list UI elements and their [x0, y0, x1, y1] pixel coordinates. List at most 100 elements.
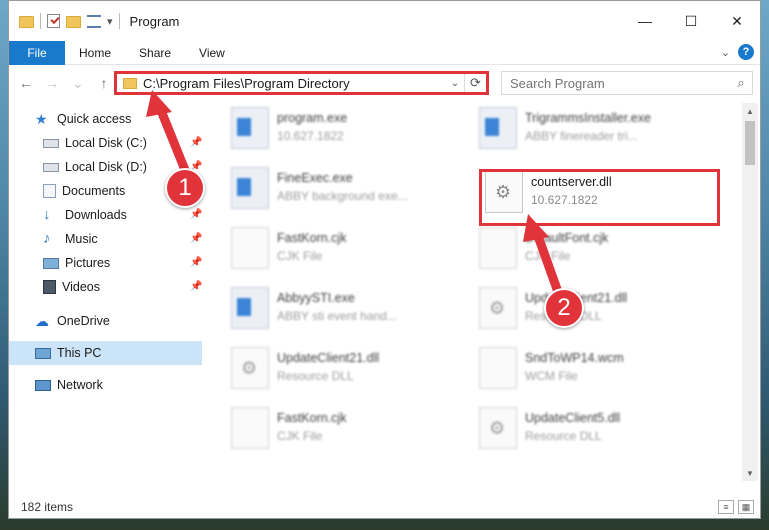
annotation-badge-1: 1 [165, 168, 205, 208]
back-button[interactable]: ← [15, 72, 37, 94]
sidebar-item-this-pc[interactable]: This PC [9, 341, 202, 365]
file-list: program.exe 10.627.1822 TrigrammsInstalle… [209, 103, 741, 483]
sidebar-item-network[interactable]: Network [9, 373, 202, 397]
documents-icon [43, 184, 56, 198]
exe-file-icon [231, 107, 269, 149]
ribbon-tabs: File Home Share View ⌄ ? [9, 40, 760, 65]
scrollbar-thumb[interactable] [745, 121, 755, 165]
document-file-icon [479, 227, 517, 269]
pin-icon[interactable]: 📌 [190, 234, 202, 244]
list-item[interactable]: FastKorn.cjk CJK File [231, 407, 471, 459]
divider [118, 13, 120, 29]
sidebar-item-label: Downloads [65, 208, 127, 222]
search-input[interactable] [510, 75, 730, 91]
file-detail: ABBY sti event hand... [277, 309, 397, 323]
item-count: 182 items [21, 500, 74, 514]
scroll-down-icon[interactable]: ▼ [742, 465, 758, 481]
list-item[interactable]: UpdateClient21.dllResource DLL [479, 287, 719, 339]
sidebar-item-label: Documents [62, 184, 126, 198]
sidebar-item-music[interactable]: ♪ Music 📌 [9, 227, 202, 251]
music-icon: ♪ [43, 230, 51, 247]
up-button[interactable]: ↑ [93, 72, 115, 94]
dll-file-icon [231, 347, 269, 389]
network-icon [35, 379, 51, 391]
sidebar-item-downloads[interactable]: ↓ Downloads 📌 [9, 203, 202, 227]
title-bar: ▾ Program — ☐ ✕ [9, 1, 760, 41]
navigation-bar: ← → ⌄ ↑ C:\Program Files\Program Directo… [9, 67, 760, 99]
scroll-up-icon[interactable]: ▲ [742, 103, 758, 119]
view-options-icon[interactable] [87, 14, 101, 28]
maximize-button[interactable]: ☐ [668, 1, 714, 41]
tab-view[interactable]: View [185, 41, 239, 65]
file-name: SndToWP14.wcm [525, 351, 624, 365]
star-icon: ★ [35, 111, 48, 127]
file-name: TrigrammsInstaller.exe [525, 111, 651, 125]
list-item[interactable]: FastKorn.cjk CJK File [231, 227, 471, 279]
sidebar-item-pictures[interactable]: Pictures 📌 [9, 251, 202, 275]
view-switcher: ≡ ▦ [718, 500, 754, 514]
dll-file-icon [479, 287, 517, 329]
pin-icon[interactable]: 📌 [190, 138, 202, 148]
tab-share[interactable]: Share [125, 41, 185, 65]
list-item[interactable]: SndToWP14.wcm WCM File [479, 347, 719, 399]
tab-home[interactable]: Home [65, 41, 125, 65]
file-detail: CJK File [525, 249, 571, 263]
pin-icon[interactable]: 📌 [190, 282, 202, 292]
details-view-icon[interactable]: ≡ [718, 500, 734, 514]
sidebar-item-quick-access[interactable]: ★ Quick access [9, 107, 202, 131]
large-icons-view-icon[interactable]: ▦ [738, 500, 754, 514]
close-button[interactable]: ✕ [714, 1, 760, 41]
file-name: DefaultFont.cjk [525, 231, 609, 245]
pin-icon[interactable]: 📌 [190, 258, 202, 268]
computer-icon [35, 347, 51, 359]
help-icon[interactable]: ? [738, 44, 754, 60]
address-path[interactable]: C:\Program Files\Program Directory [143, 76, 446, 91]
list-item[interactable]: TrigrammsInstaller.exe ABBY finereader tr… [479, 107, 719, 159]
refresh-button[interactable]: ⟳ [464, 74, 486, 92]
file-name: FastKorn.cjk [277, 411, 347, 425]
file-detail: ABBY background exe... [277, 189, 408, 203]
list-item[interactable]: AbbyySTI.exe ABBY sti event hand... [231, 287, 471, 339]
sidebar-item-onedrive[interactable]: ☁ OneDrive [9, 309, 202, 333]
drive-icon [43, 162, 59, 172]
sidebar-item-local-disk-c[interactable]: Local Disk (C:) 📌 [9, 131, 202, 155]
list-item[interactable]: UpdateClient5.dll Resource DLL [479, 407, 719, 459]
search-icon[interactable]: ⌕ [730, 75, 752, 91]
customize-toolbar-icon[interactable]: ▾ [107, 15, 113, 28]
file-name: program.exe [277, 111, 348, 125]
list-item[interactable]: DefaultFont.cjk CJK File [479, 227, 719, 279]
address-bar[interactable]: C:\Program Files\Program Directory ⌄ ⟳ [114, 71, 489, 95]
list-item[interactable]: FineExec.exe ABBY background exe... [231, 167, 471, 219]
minimize-button[interactable]: — [622, 1, 668, 41]
search-box[interactable]: ⌕ [501, 71, 753, 95]
sidebar-item-label: Pictures [65, 256, 111, 270]
file-detail: ABBY finereader tri... [525, 129, 638, 143]
list-item[interactable]: program.exe 10.627.1822 [231, 107, 471, 159]
quick-access-toolbar: ▾ [9, 13, 120, 29]
explorer-window: ▾ Program — ☐ ✕ File Home Share View ⌄ ?… [8, 0, 761, 519]
file-detail: WCM File [525, 369, 578, 383]
recent-locations-icon[interactable]: ⌄ [67, 72, 89, 94]
exe-file-icon [231, 167, 269, 209]
videos-icon [43, 280, 56, 294]
download-icon: ↓ [43, 206, 51, 223]
folder-icon [19, 16, 34, 28]
properties-check-icon[interactable] [47, 14, 60, 28]
expand-ribbon-icon[interactable]: ⌄ [721, 46, 730, 59]
list-item[interactable]: UpdateClient21.dllResource DLL [231, 347, 471, 399]
sidebar-item-label: Network [57, 378, 103, 392]
tab-file[interactable]: File [9, 40, 65, 65]
sidebar-item-label: Local Disk (D:) [65, 160, 147, 174]
pin-icon[interactable]: 📌 [190, 210, 202, 220]
chevron-down-icon[interactable]: ⌄ [446, 78, 464, 89]
folder-icon [123, 77, 137, 89]
file-detail: Resource DLL [277, 369, 354, 383]
new-folder-icon[interactable] [66, 16, 81, 28]
pictures-icon [43, 257, 59, 269]
file-name: AbbyySTI.exe [277, 291, 355, 305]
sidebar-item-label: Videos [62, 280, 100, 294]
window-title: Program [129, 13, 180, 29]
forward-button[interactable]: → [41, 72, 63, 94]
vertical-scrollbar[interactable]: ▲ ▼ [742, 103, 758, 481]
sidebar-item-videos[interactable]: Videos 📌 [9, 275, 202, 299]
